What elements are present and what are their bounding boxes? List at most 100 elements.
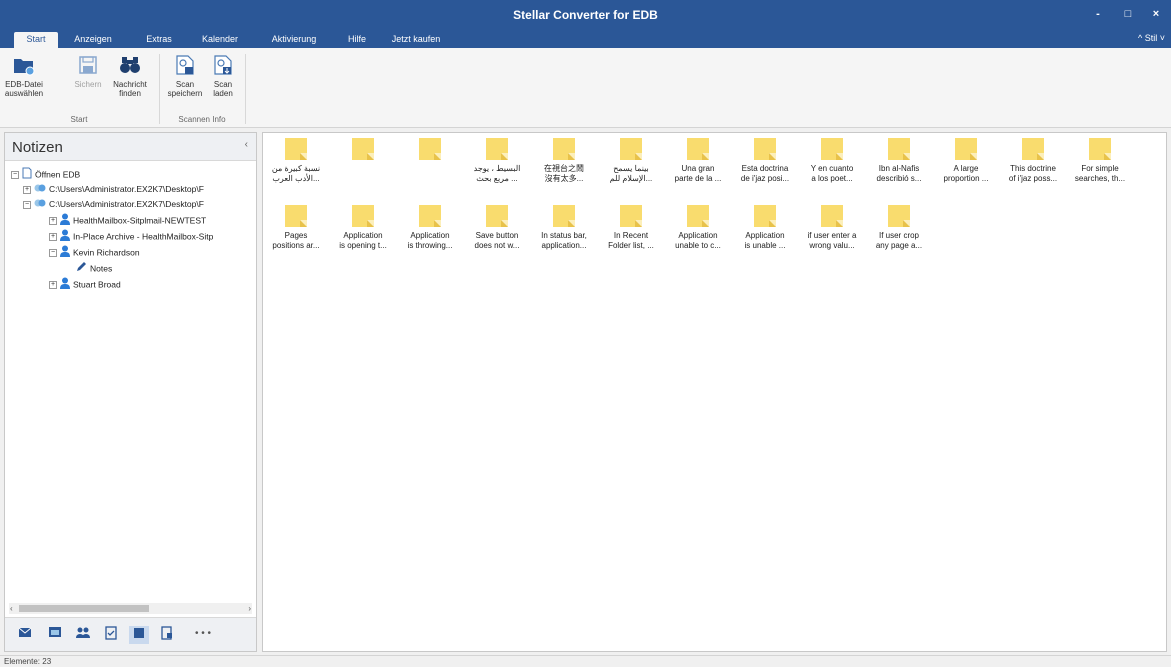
- tab-anzeigen[interactable]: Anzeigen: [64, 32, 122, 48]
- expand-toggle[interactable]: +: [23, 185, 31, 194]
- tab-kalender[interactable]: Kalender: [194, 32, 246, 48]
- sticky-note-icon: [687, 205, 709, 227]
- save-scan-button[interactable]: Scan speichern: [164, 54, 206, 98]
- sticky-note-icon: [553, 205, 575, 227]
- sticky-note-icon: [419, 138, 441, 160]
- sticky-note-icon: [486, 138, 508, 160]
- binoculars-icon: [119, 54, 141, 76]
- expand-toggle[interactable]: +: [49, 281, 57, 289]
- ribbon-tab-bar: Start Anzeigen Extras Kalender Aktivieru…: [0, 30, 1171, 48]
- maximize-button[interactable]: □: [1117, 6, 1139, 22]
- find-message-button[interactable]: Nachricht finden: [108, 54, 152, 98]
- mail-icon[interactable]: [15, 626, 35, 644]
- notes-icon[interactable]: [129, 626, 149, 644]
- note-item[interactable]: 在視台之鬧 沒有太多...: [531, 138, 597, 184]
- tree-node-healthmailbox[interactable]: + HealthMailbox-Sitplmail-NEWTEST: [49, 213, 206, 227]
- floppy-disk-icon: [77, 54, 99, 76]
- sticky-note-icon: [821, 138, 843, 160]
- tab-start[interactable]: Start: [14, 32, 58, 48]
- document-icon: [22, 167, 32, 183]
- user-icon: [60, 213, 70, 229]
- tree-node-open-edb[interactable]: − Öffnen EDB: [11, 167, 80, 181]
- select-edb-button[interactable]: EDB-Datei auswählen: [2, 54, 46, 98]
- tree-node-in-place-archive[interactable]: + In-Place Archive - HealthMailbox-Sitp: [49, 229, 213, 243]
- stil-menu[interactable]: ^ Stil ˅: [1138, 33, 1165, 43]
- save-scan-icon: [174, 54, 196, 76]
- note-item[interactable]: البسيط ، يوجد مربع بحث ...: [464, 138, 530, 184]
- note-item[interactable]: If user crop any page a...: [866, 205, 932, 251]
- database-icon: [34, 183, 46, 197]
- minimize-button[interactable]: -: [1087, 6, 1109, 22]
- note-item[interactable]: [397, 138, 463, 184]
- tab-jetzt-kaufen[interactable]: Jetzt kaufen: [385, 32, 447, 48]
- tree-node-kevin-richardson[interactable]: − Kevin Richardson: [49, 245, 140, 259]
- database-icon: [34, 198, 46, 212]
- sticky-note-icon: [285, 138, 307, 160]
- more-icon[interactable]: • • •: [187, 626, 219, 644]
- note-item[interactable]: In Recent Folder list, ...: [598, 205, 664, 251]
- note-item[interactable]: Pages positions ar...: [263, 205, 329, 251]
- scroll-left-icon[interactable]: ‹: [10, 603, 13, 614]
- notes-view: نسبة كبيرة من الأدب العرب... البسيط ، يوج…: [262, 132, 1167, 652]
- folder-icon: [13, 54, 35, 76]
- tab-aktivierung[interactable]: Aktivierung: [263, 32, 325, 48]
- group-label-start: Start: [70, 115, 88, 124]
- tab-extras[interactable]: Extras: [142, 32, 176, 48]
- expand-toggle[interactable]: +: [49, 233, 57, 241]
- load-scan-icon: [212, 54, 234, 76]
- scroll-thumb[interactable]: [19, 605, 149, 612]
- sticky-note-icon: [352, 205, 374, 227]
- note-item[interactable]: [330, 138, 396, 184]
- notes-pencil-icon: [75, 261, 87, 277]
- note-item[interactable]: if user enter a wrong valu...: [799, 205, 865, 251]
- sticky-note-icon: [888, 138, 910, 160]
- sticky-note-icon: [620, 138, 642, 160]
- note-item[interactable]: Application unable to c...: [665, 205, 731, 251]
- window-title: Stellar Converter for EDB: [513, 8, 658, 22]
- tree-node-notes[interactable]: Notes: [75, 261, 112, 275]
- note-item[interactable]: نسبة كبيرة من الأدب العرب...: [263, 138, 329, 184]
- tasks-icon[interactable]: [101, 626, 121, 644]
- tree-node-edb-path-2[interactable]: − C:\Users\Administrator.EX2K7\Desktop\F: [23, 197, 204, 211]
- note-item[interactable]: Y en cuanto a los poet...: [799, 138, 865, 184]
- note-item[interactable]: A large proportion ...: [933, 138, 999, 184]
- collapse-toggle[interactable]: −: [11, 171, 19, 179]
- note-item[interactable]: In status bar, application...: [531, 205, 597, 251]
- folder-panel-title: Notizen: [12, 139, 63, 156]
- note-item[interactable]: Save button does not w...: [464, 205, 530, 251]
- note-item[interactable]: Application is throwing...: [397, 205, 463, 251]
- status-bar: Elemente: 23: [0, 655, 1171, 667]
- note-item[interactable]: For simple searches, th...: [1067, 138, 1133, 184]
- sticky-note-icon: [754, 205, 776, 227]
- group-label-scan-info: Scannen Info: [178, 115, 226, 124]
- sticky-note-icon: [687, 138, 709, 160]
- save-button[interactable]: Sichern: [70, 54, 106, 89]
- load-scan-button[interactable]: Scan laden: [206, 54, 240, 98]
- horizontal-scrollbar[interactable]: ‹ ›: [9, 603, 252, 614]
- note-item[interactable]: Una gran parte de la ...: [665, 138, 731, 184]
- contacts-icon[interactable]: [73, 626, 93, 644]
- note-item[interactable]: بينما يسمح الإسلام للم...: [598, 138, 664, 184]
- scroll-right-icon[interactable]: ›: [248, 603, 251, 614]
- expand-toggle[interactable]: +: [49, 217, 57, 225]
- note-item[interactable]: Esta doctrina de i'jaz posi...: [732, 138, 798, 184]
- folder-tree: − Öffnen EDB + C:\Users\Administrator.EX2K…: [5, 165, 256, 600]
- note-item[interactable]: Ibn al-Nafis describió s...: [866, 138, 932, 184]
- note-item[interactable]: This doctrine of i'jaz poss...: [1000, 138, 1066, 184]
- sticky-note-icon: [955, 138, 977, 160]
- user-icon: [60, 245, 70, 261]
- calendar-icon[interactable]: [45, 626, 65, 644]
- folder-panel: Notizen ‹ − Öffnen EDB + C:\Users\Administ…: [4, 132, 257, 652]
- collapse-panel-icon[interactable]: ‹: [245, 139, 248, 150]
- sticky-note-icon: [553, 138, 575, 160]
- close-button[interactable]: ×: [1145, 6, 1167, 22]
- note-item[interactable]: Application is opening t...: [330, 205, 396, 251]
- note-item[interactable]: Application is unable ...: [732, 205, 798, 251]
- collapse-toggle[interactable]: −: [23, 200, 31, 209]
- item-count: Elemente: 23: [4, 657, 52, 666]
- tab-hilfe[interactable]: Hilfe: [343, 32, 371, 48]
- tree-node-stuart-broad[interactable]: + Stuart Broad: [49, 277, 121, 291]
- tree-node-edb-path-1[interactable]: + C:\Users\Administrator.EX2K7\Desktop\F: [23, 182, 204, 196]
- collapse-toggle[interactable]: −: [49, 249, 57, 257]
- journal-icon[interactable]: [157, 626, 177, 644]
